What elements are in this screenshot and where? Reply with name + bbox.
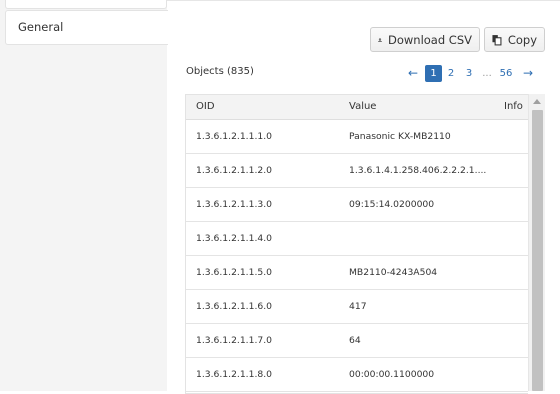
oid-cell: 1.3.6.1.2.1.1.2.0 [196,165,272,176]
oid-cell: 1.3.6.1.2.1.1.6.0 [196,301,272,312]
pagination-page-2[interactable]: 2 [442,65,460,82]
sidebar-item-previous[interactable] [5,0,167,9]
copy-icon [492,34,502,45]
sidebar: General [0,0,168,391]
value-cell: 09:15:14.0200000 [349,199,435,210]
sidebar-item-label: General [18,20,64,34]
value-cell: MB2110-4243A504 [349,267,438,278]
value-cell: 417 [349,301,367,312]
table-row[interactable]: 1.3.6.1.2.1.1.8.0 00:00:00.1100000 [186,358,528,392]
oid-cell: 1.3.6.1.2.1.1.4.0 [196,233,272,244]
header-divider [167,0,560,1]
table-row[interactable]: 1.3.6.1.2.1.1.7.0 64 [186,324,528,358]
column-header-info[interactable]: Info [504,101,523,112]
pagination: ← 1 2 3 ... 56 → [403,64,540,82]
download-icon [378,37,382,42]
oid-cell: 1.3.6.1.2.1.1.3.0 [196,199,272,210]
table-header: OID Value Info [186,95,528,120]
pagination-ellipsis: ... [482,67,492,79]
download-csv-label: Download CSV [387,32,472,47]
value-cell: 64 [349,335,361,346]
table-row[interactable]: 1.3.6.1.2.1.1.5.0 MB2110-4243A504 [186,256,528,290]
table-row[interactable]: 1.3.6.1.2.1.1.1.0 Panasonic KX-MB2110 [186,120,528,154]
value-cell: Panasonic KX-MB2110 [349,131,451,142]
table-scrollbar[interactable] [528,94,545,391]
pagination-page-1[interactable]: 1 [425,64,442,82]
scroll-up-button[interactable] [529,94,545,108]
objects-count: Objects (835) [186,66,254,77]
oid-cell: 1.3.6.1.2.1.1.8.0 [196,369,272,380]
value-cell: 1.3.6.1.4.1.258.406.2.2.2.1.... [349,165,487,176]
oid-cell: 1.3.6.1.2.1.1.5.0 [196,267,272,278]
download-csv-button[interactable]: Download CSV [370,27,480,52]
table-row[interactable]: 1.3.6.1.2.1.1.4.0 [186,222,528,256]
column-header-oid[interactable]: OID [196,101,215,112]
copy-label: Copy [507,32,537,47]
scroll-thumb[interactable] [532,110,543,391]
chevron-up-icon [533,98,541,104]
value-cell: 00:00:00.1100000 [349,369,435,380]
pagination-page-3[interactable]: 3 [460,65,478,82]
table-row[interactable]: 1.3.6.1.2.1.1.3.0 09:15:14.0200000 [186,188,528,222]
pagination-last-page[interactable]: 56 [496,65,516,82]
copy-button[interactable]: Copy [484,27,545,52]
table-row[interactable]: 1.3.6.1.2.1.1.2.0 1.3.6.1.4.1.258.406.2.… [186,154,528,188]
column-header-value[interactable]: Value [349,101,376,112]
oid-cell: 1.3.6.1.2.1.1.7.0 [196,335,272,346]
table-row[interactable]: 1.3.6.1.2.1.1.6.0 417 [186,290,528,324]
sidebar-item-general[interactable]: General [5,10,168,45]
pagination-next-arrow[interactable]: → [516,65,540,82]
objects-table: OID Value Info 1.3.6.1.2.1.1.1.0 Panason… [185,94,528,394]
pagination-prev-arrow[interactable]: ← [403,65,423,82]
oid-cell: 1.3.6.1.2.1.1.1.0 [196,131,272,142]
